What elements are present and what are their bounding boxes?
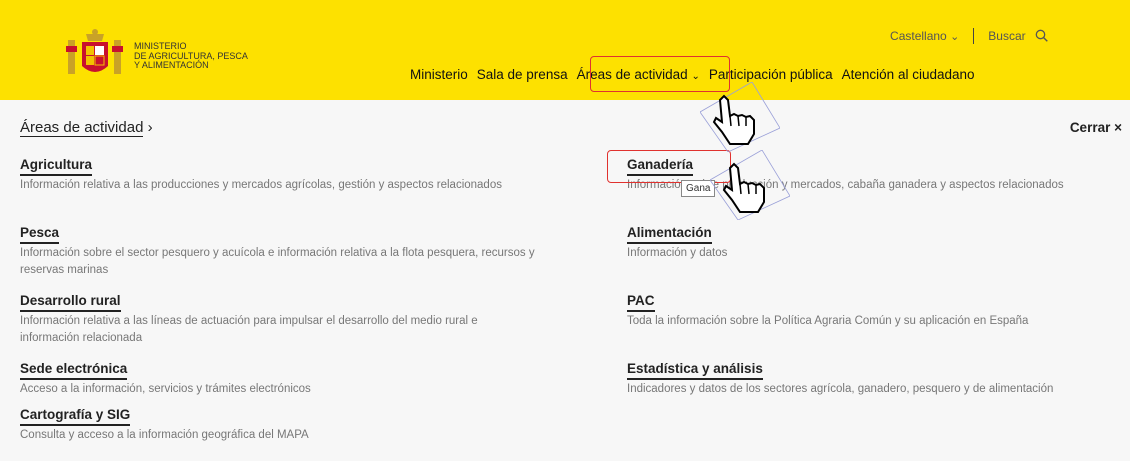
link-pac[interactable]: PAC: [627, 293, 655, 312]
menu-entry-alimentacion: Alimentación Información y datos: [627, 224, 1127, 292]
header: MINISTERIO DE AGRICULTURA, PESCA Y ALIME…: [0, 0, 1130, 100]
link-alimentacion[interactable]: Alimentación: [627, 225, 712, 244]
language-label: Castellano: [890, 29, 947, 43]
nav-sala-de-prensa[interactable]: Sala de prensa: [477, 67, 568, 82]
ministry-logo[interactable]: MINISTERIO DE AGRICULTURA, PESCA Y ALIME…: [64, 28, 284, 78]
search-label: Buscar: [988, 29, 1026, 43]
entry-description: Información y datos: [627, 247, 728, 259]
breadcrumb-label: Áreas de actividad: [20, 119, 144, 137]
link-sede-electronica[interactable]: Sede electrónica: [20, 361, 128, 380]
mega-menu-panel: Áreas de actividad › Cerrar × Agricultur…: [0, 100, 1130, 461]
menu-entry-agricultura: Agricultura Información relativa a las p…: [20, 156, 540, 224]
chevron-down-icon: ⌄: [950, 30, 960, 43]
link-estadistica-y-analisis[interactable]: Estadística y análisis: [627, 361, 763, 380]
entry-description: Consulta y acceso a la información geogr…: [20, 429, 309, 441]
language-selector[interactable]: Castellano ⌄: [890, 29, 959, 43]
ministry-name: MINISTERIO DE AGRICULTURA, PESCA Y ALIME…: [134, 41, 248, 71]
search-icon: [1035, 29, 1048, 42]
nav-ministerio[interactable]: Ministerio: [410, 67, 468, 82]
hand-pointer-icon: [710, 150, 790, 220]
link-agricultura[interactable]: Agricultura: [20, 157, 93, 176]
entry-description: Información relativa a las líneas de act…: [20, 315, 478, 344]
entry-description: Información relativa a las producciones …: [20, 179, 502, 191]
hand-pointer-icon: [700, 82, 780, 152]
coat-of-arms-icon: [66, 29, 123, 74]
link-desarrollo-rural[interactable]: Desarrollo rural: [20, 293, 121, 312]
breadcrumb[interactable]: Áreas de actividad ›: [20, 119, 153, 137]
nav-atencion-al-ciudadano[interactable]: Atención al ciudadano: [842, 67, 975, 82]
link-pesca[interactable]: Pesca: [20, 225, 60, 244]
entry-description: Toda la información sobre la Política Ag…: [627, 315, 1029, 327]
menu-entry-estadistica: Estadística y análisis Indicadores y dat…: [627, 360, 1127, 428]
chevron-right-icon: ›: [147, 119, 153, 136]
entry-description: Información sobre el sector pesquero y a…: [20, 247, 535, 276]
entry-description: Indicadores y datos de los sectores agrí…: [627, 383, 1054, 395]
close-icon: ×: [1114, 120, 1122, 135]
logo-line-3: Y ALIMENTACIÓN: [134, 60, 209, 70]
menu-entry-desarrollo-rural: Desarrollo rural Información relativa a …: [20, 292, 540, 360]
menu-entry-pac: PAC Toda la información sobre la Polític…: [627, 292, 1127, 360]
close-button[interactable]: Cerrar ×: [1070, 120, 1122, 135]
menu-entry-pesca: Pesca Información sobre el sector pesque…: [20, 224, 540, 292]
menu-entry-sede-electronica: Sede electrónica Acceso a la información…: [20, 360, 540, 406]
divider: [973, 28, 975, 44]
menu-entry-cartografia: Cartografía y SIG Consulta y acceso a la…: [20, 406, 540, 474]
search-button[interactable]: Buscar: [988, 29, 1048, 43]
utility-bar: Castellano ⌄ Buscar: [890, 28, 1048, 44]
close-label: Cerrar: [1069, 120, 1111, 135]
left-column: Agricultura Información relativa a las p…: [20, 156, 540, 474]
link-cartografia-y-sig[interactable]: Cartografía y SIG: [20, 407, 131, 426]
entry-description: Acceso a la información, servicios y trá…: [20, 383, 311, 395]
